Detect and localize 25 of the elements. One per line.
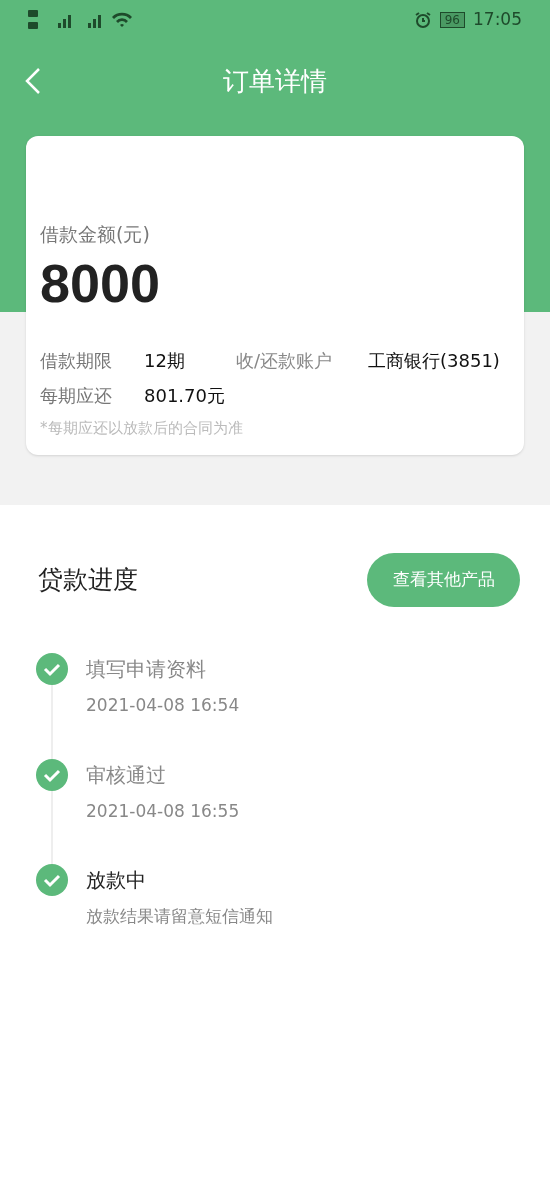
step-subtitle: 放款结果请留意短信通知 [86, 905, 273, 928]
page-title: 订单详情 [223, 64, 327, 98]
clock: 17:05 [473, 8, 522, 32]
note: *每期应还以放款后的合同为准 [40, 417, 244, 439]
other-products-button[interactable]: 查看其他产品 [367, 553, 520, 607]
step-title: 放款中 [86, 867, 147, 894]
detail-value: 12期 [144, 348, 186, 373]
detail-value: 801.70元 [144, 383, 225, 408]
check-icon [36, 864, 68, 896]
step-title: 填写申请资料 [86, 656, 207, 683]
check-icon [36, 758, 68, 791]
back-icon[interactable] [24, 67, 42, 95]
detail-value: 工商银行(3851) [368, 348, 500, 373]
step-subtitle: 2021-04-08 16:55 [86, 799, 240, 823]
amount-label: 借款金额(元) [40, 222, 151, 247]
battery-level: 96 [439, 12, 465, 28]
detail-label: 收/还款账户 [236, 348, 334, 373]
section-title: 贷款进度 [38, 564, 138, 597]
step-subtitle: 2021-04-08 16:54 [86, 694, 240, 717]
loan-amount: 8000 [40, 251, 162, 315]
check-icon [36, 653, 68, 685]
detail-label: 每期应还 [40, 383, 113, 408]
step-title: 审核通过 [86, 761, 167, 789]
alarm-icon [413, 11, 432, 29]
detail-label: 借款期限 [40, 348, 113, 373]
